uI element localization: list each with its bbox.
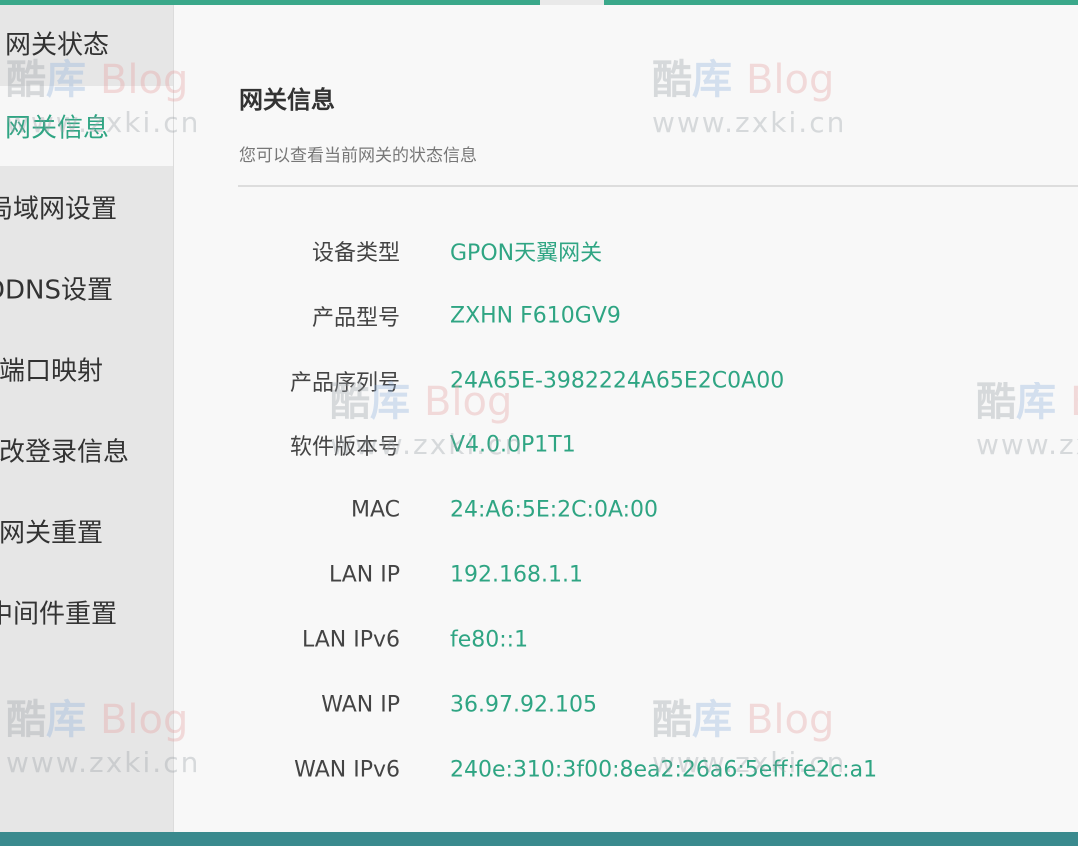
- sidebar-item-gateway-reset[interactable]: 网关重置: [0, 491, 173, 571]
- info-label: 软件版本号: [289, 435, 400, 460]
- sidebar-item-label: 网关重置: [0, 518, 103, 549]
- divider: [238, 185, 1078, 187]
- page-title: 网关信息: [239, 86, 335, 114]
- info-label: MAC: [350, 497, 400, 523]
- sidebar-item-label: DDNS设置: [0, 275, 113, 306]
- info-row-serial-number: 产品序列号 24A65E-3982224A65E2C0A00: [174, 361, 1078, 401]
- info-value: 240e:310:3f00:8ea2:26a6:5eff:fe2c:a1: [450, 757, 878, 783]
- info-row-software-version: 软件版本号 V4.0.0P1T1: [174, 425, 1078, 465]
- info-row-lan-ipv6: LAN IPv6 fe80::1: [174, 620, 1078, 660]
- info-row-wan-ip: WAN IP 36.97.92.105: [174, 685, 1078, 725]
- bottom-accent-bar: [0, 832, 1078, 846]
- sidebar-item-port-mapping[interactable]: 端口映射: [0, 329, 173, 409]
- info-value: 36.97.92.105: [450, 692, 597, 718]
- info-value: ZXHN F610GV9: [450, 303, 621, 329]
- sidebar-item-label: 网关信息: [4, 113, 109, 144]
- info-value: 24:A6:5E:2C:0A:00: [450, 497, 659, 523]
- info-value: 192.168.1.1: [450, 562, 583, 588]
- info-row-wan-ipv6: WAN IPv6 240e:310:3f00:8ea2:26a6:5eff:fe…: [174, 750, 1078, 790]
- info-row-product-model: 产品型号 ZXHN F610GV9: [174, 296, 1078, 336]
- sidebar-item-gateway-info[interactable]: 网关信息: [0, 86, 173, 166]
- info-label: 设备类型: [311, 241, 400, 266]
- sidebar-item-label: 局域网设置: [0, 194, 117, 225]
- sidebar-item-label: 端口映射: [0, 356, 103, 387]
- info-row-lan-ip: LAN IP 192.168.1.1: [174, 555, 1078, 595]
- info-label: 产品型号: [311, 306, 400, 331]
- sidebar-item-login-info[interactable]: 改登录信息: [0, 410, 173, 490]
- info-label: 产品序列号: [289, 371, 400, 396]
- sidebar-menu: 网关状态 网关信息 局域网设置 DDNS设置 端口映射 改登录信息 网关重置 中…: [0, 5, 174, 832]
- info-label: LAN IPv6: [301, 627, 400, 653]
- info-label: WAN IP: [321, 692, 400, 718]
- sidebar-item-ddns-settings[interactable]: DDNS设置: [0, 248, 173, 328]
- sidebar-item-lan-settings[interactable]: 局域网设置: [0, 167, 173, 247]
- info-label: LAN IP: [328, 562, 400, 588]
- main-content: 网关信息 您可以查看当前网关的状态信息 设备类型 GPON天翼网关 产品型号 Z…: [174, 5, 1078, 832]
- sidebar-item-gateway-status[interactable]: 网关状态: [0, 5, 173, 85]
- info-value: GPON天翼网关: [450, 241, 603, 266]
- page-subtitle: 您可以查看当前网关的状态信息: [239, 146, 477, 166]
- info-label: WAN IPv6: [294, 757, 400, 783]
- info-value: V4.0.0P1T1: [450, 432, 576, 458]
- sidebar-item-label: 中间件重置: [0, 599, 117, 630]
- sidebar-item-label: 网关状态: [4, 30, 109, 61]
- info-row-device-type: 设备类型 GPON天翼网关: [174, 231, 1078, 271]
- info-row-mac: MAC 24:A6:5E:2C:0A:00: [174, 490, 1078, 530]
- info-value: 24A65E-3982224A65E2C0A00: [450, 368, 785, 394]
- sidebar-item-label: 改登录信息: [0, 437, 129, 468]
- info-value: fe80::1: [450, 627, 529, 653]
- sidebar-item-middleware-reset[interactable]: 中间件重置: [0, 572, 173, 652]
